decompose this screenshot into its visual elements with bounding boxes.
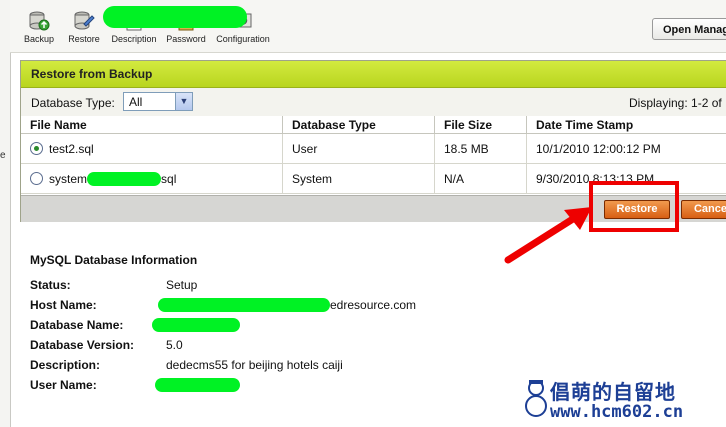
database-type-cell: User [282,133,435,164]
file-size-cell: N/A [434,163,527,194]
left-panel-edge: e [0,0,11,427]
toolbar-password-label: Password [166,34,206,44]
toolbar-restore-button[interactable]: Restore [65,10,103,44]
host-name-value: edresource.com [330,298,417,312]
info-row-description: Description: dedecms55 for beijing hotel… [30,358,430,374]
snowman-logo-icon [525,380,547,417]
toolbar-backup-label: Backup [23,34,55,44]
info-row-database-name: Database Name: [30,318,330,334]
toolbar-restore-label: Restore [68,34,100,44]
filter-row: Database Type: All ▼ Displaying: 1-2 of [21,88,726,117]
database-version-label: Database Version: [30,338,135,352]
file-name-suffix: sql [161,171,177,186]
toolbar-description-label: Description [111,34,157,44]
status-label: Status: [30,278,71,292]
info-title: MySQL Database Information [30,253,198,267]
toolbar-configuration-label: Configuration [216,34,270,44]
database-type-label: Database Type: [31,96,115,110]
edge-marker: e [0,150,6,161]
info-row-user-name: User Name: [30,378,330,394]
column-header-file-size[interactable]: File Size [434,116,527,134]
column-header-file-name[interactable]: File Name [21,116,283,134]
table-row[interactable]: test2.sql User 18.5 MB 10/1/2010 12:00:1… [21,133,726,164]
watermark: 倡萌的自留地 www.hcm602.cn [520,376,726,426]
info-row-host-name: Host Name: edresource.com [30,298,430,314]
file-size-cell: 18.5 MB [434,133,527,164]
database-type-select[interactable]: All ▼ [123,92,193,111]
redaction-mark [155,378,240,392]
file-name-cell: system sql [21,163,283,194]
backup-icon [29,11,50,31]
chevron-down-icon[interactable]: ▼ [175,93,192,110]
displaying-count: Displaying: 1-2 of [629,96,722,110]
database-type-value: All [129,95,143,109]
column-header-date-time-stamp[interactable]: Date Time Stamp [526,116,726,134]
redaction-mark [158,298,330,312]
red-arrow-annotation [504,207,592,264]
panel-title: Restore from Backup [21,61,726,88]
toolbar-backup-button[interactable]: Backup [22,10,56,44]
status-value: Setup [166,278,198,292]
watermark-title: 倡萌的自留地 [550,382,676,404]
cancel-button[interactable]: Cancel [681,200,726,219]
host-name-label: Host Name: [30,298,97,312]
redaction-mark [87,171,162,186]
restore-icon [74,11,95,30]
watermark-url: www.hcm602.cn [550,402,684,422]
database-name-label: Database Name: [30,318,124,332]
column-header-database-type[interactable]: Database Type [282,116,435,134]
toolbar-redaction [103,6,247,28]
file-name: system [49,171,88,186]
date-time-cell: 10/1/2010 12:00:12 PM [526,133,726,164]
user-name-label: User Name: [30,378,97,392]
open-manager-button[interactable]: Open Manage [652,18,726,40]
file-name: test2.sql [49,141,94,156]
row-radio-button[interactable] [30,171,43,185]
file-name-cell: test2.sql [21,133,283,164]
table-header-row: File Name Database Type File Size Date T… [21,116,726,134]
toolbar: Backup Restore Description Password Conf… [10,0,726,53]
database-type-cell: System [282,163,435,194]
row-radio-button[interactable] [30,141,43,155]
description-value: dedecms55 for beijing hotels caiji [166,358,343,372]
redaction-mark [152,318,240,332]
highlight-box [589,181,679,232]
database-version-value: 5.0 [166,338,183,352]
description-label: Description: [30,358,101,372]
